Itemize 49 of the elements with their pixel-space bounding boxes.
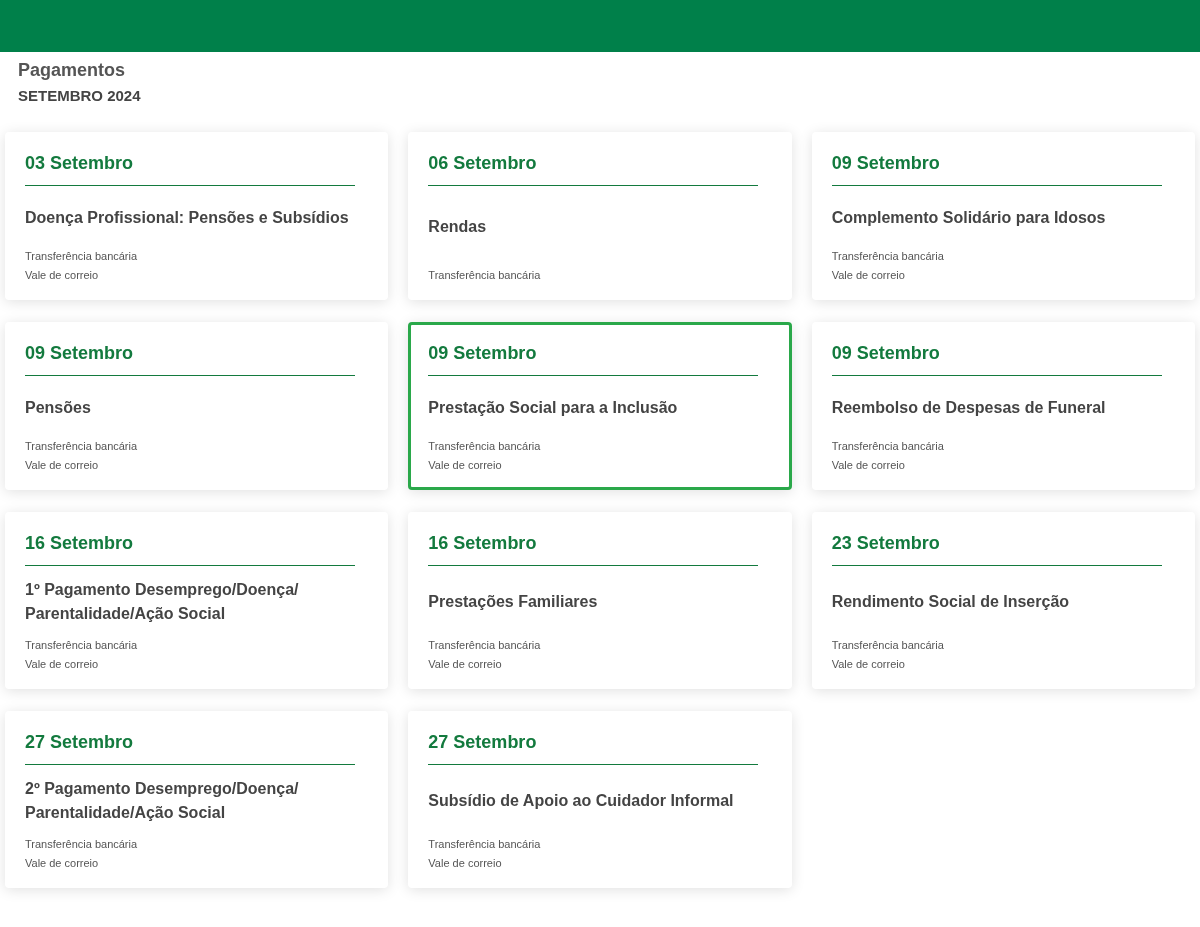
benefit-title: 1º Pagamento Desemprego/Doença/ Parentalidade/Ação Social bbox=[25, 580, 300, 624]
payment-method: Transferência bancária bbox=[428, 837, 542, 852]
payment-method: Vale de correio bbox=[831, 657, 906, 672]
payment-date: 03 Setembro bbox=[25, 151, 355, 186]
benefit-title: Pensões bbox=[25, 397, 92, 418]
payment-method: Transferência bancária bbox=[831, 249, 945, 264]
page-subtitle: SETEMBRO 2024 bbox=[18, 86, 141, 106]
payment-card[interactable]: 16 Setembro Prestações Familiares Transferência bancária Vale de correio bbox=[408, 512, 792, 689]
payment-method: Transferência bancária bbox=[428, 268, 542, 283]
payment-date: 16 Setembro bbox=[428, 531, 759, 566]
payment-method: Transferência bancária bbox=[831, 638, 945, 653]
benefit-title: Prestação Social para a Inclusão bbox=[428, 397, 679, 418]
payment-method: Vale de correio bbox=[831, 458, 906, 473]
page-title: Pagamentos bbox=[18, 59, 126, 82]
payment-date: 27 Setembro bbox=[25, 730, 355, 765]
payment-method: Vale de correio bbox=[428, 458, 503, 473]
payment-date: 09 Setembro bbox=[428, 341, 759, 376]
benefit-title: Complemento Solidário para Idosos bbox=[831, 207, 1107, 228]
payment-card[interactable]: 27 Setembro Subsídio de Apoio ao Cuidador Informal Transferência bancária Vale de correio bbox=[408, 711, 792, 888]
benefit-title: Rendimento Social de Inserção bbox=[831, 592, 1071, 612]
benefit-title: Reembolso de Despesas de Funeral bbox=[831, 397, 1107, 418]
payment-method: Transferência bancária bbox=[25, 439, 139, 454]
payment-card[interactable]: 06 Setembro Rendas Transferência bancária bbox=[408, 132, 792, 300]
payment-date: 23 Setembro bbox=[831, 531, 1162, 566]
payment-method: Vale de correio bbox=[428, 856, 503, 871]
payment-date: 16 Setembro bbox=[25, 531, 355, 566]
payment-card[interactable]: 09 Setembro Prestação Social para a Inclusão Transferência bancária Vale de correio bbox=[408, 322, 792, 490]
payment-method: Vale de correio bbox=[25, 856, 100, 871]
payment-method: Vale de correio bbox=[25, 657, 100, 672]
benefit-title: Prestações Familiares bbox=[428, 592, 599, 612]
payment-method: Transferência bancária bbox=[428, 439, 542, 454]
benefit-title: Subsídio de Apoio ao Cuidador Informal bbox=[428, 791, 735, 811]
payment-method: Vale de correio bbox=[831, 268, 906, 283]
payment-method: Transferência bancária bbox=[25, 837, 139, 852]
payment-method: Transferência bancária bbox=[428, 638, 542, 653]
benefit-title: Doença Profissional: Pensões e Subsídios bbox=[25, 207, 350, 228]
payment-date: 09 Setembro bbox=[831, 341, 1162, 376]
payment-method: Vale de correio bbox=[25, 268, 100, 283]
payment-method: Transferência bancária bbox=[25, 638, 139, 653]
payment-method: Transferência bancária bbox=[831, 439, 945, 454]
payment-date: 27 Setembro bbox=[428, 730, 759, 765]
payment-date: 06 Setembro bbox=[428, 151, 759, 186]
payment-method: Vale de correio bbox=[25, 458, 100, 473]
benefit-title: Rendas bbox=[428, 217, 488, 237]
payment-method: Vale de correio bbox=[428, 657, 503, 672]
payment-method: Transferência bancária bbox=[25, 249, 139, 264]
benefit-title: 2º Pagamento Desemprego/Doença/ Parentalidade/Ação Social bbox=[25, 779, 300, 823]
payment-date: 09 Setembro bbox=[831, 151, 1162, 186]
payment-date: 09 Setembro bbox=[25, 341, 355, 376]
